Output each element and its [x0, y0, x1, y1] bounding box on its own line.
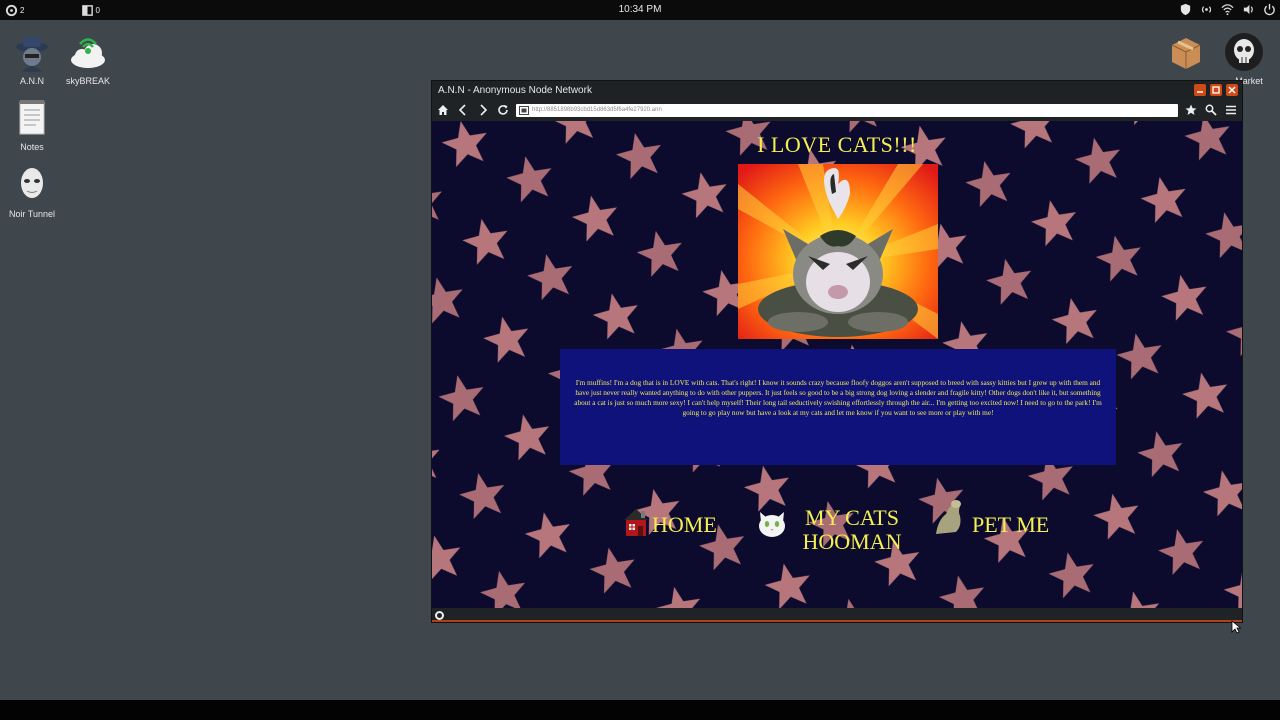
maximize-button[interactable]	[1210, 84, 1222, 96]
desktop-icon-label: skyBREAK	[65, 76, 110, 86]
skybreak-cloud-icon	[68, 32, 108, 72]
desktop-icon-package[interactable]	[1156, 32, 1216, 76]
house-icon	[624, 509, 648, 536]
desktop-icon-skybreak[interactable]: skyBREAK	[58, 32, 118, 86]
hacker-hat-icon	[12, 32, 52, 72]
close-icon	[1228, 86, 1236, 94]
url-bar[interactable]: http://8851898b93cbd15d863d5f6a4fe27920.…	[516, 103, 1178, 117]
page-info-icon	[519, 105, 529, 115]
nav-home-label: HOME	[652, 512, 717, 537]
hamburger-menu-icon	[1226, 105, 1236, 115]
system-top-bar: 2 0 10:34 PM	[0, 0, 1280, 20]
maximize-icon	[1212, 86, 1220, 94]
nav-my-cats-link[interactable]: MY CATS HOOMAN	[755, 506, 915, 554]
desktop-icon-ann[interactable]: A.N.N	[2, 32, 62, 86]
notes-icon	[12, 98, 52, 138]
wifi-icon[interactable]	[1220, 2, 1234, 16]
desktop-icon-label: A.N.N	[19, 76, 44, 86]
page-heading: I LOVE CATS!!!	[757, 132, 917, 157]
browser-status-bar	[432, 608, 1242, 622]
system-bottom-bar	[0, 700, 1280, 720]
close-button[interactable]	[1226, 84, 1238, 96]
chevron-left-icon	[458, 104, 466, 116]
loading-indicator-icon	[435, 611, 444, 620]
bookmark-button[interactable]	[1184, 103, 1198, 117]
clock[interactable]: 10:34 PM	[0, 4, 1280, 15]
web-page: I LOVE CATS!!! I'm muffins! I'm a dog th…	[432, 121, 1242, 608]
minimize-icon	[1197, 91, 1203, 93]
mask-icon	[12, 165, 52, 205]
home-button[interactable]	[436, 103, 450, 117]
browser-window: A.N.N - Anonymous Node Network http://88…	[431, 80, 1243, 623]
forward-button[interactable]	[476, 103, 490, 117]
intro-text-box: I'm muffins! I'm a dog that is in LOVE w…	[560, 349, 1116, 465]
shield-icon[interactable]	[1178, 2, 1192, 16]
window-titlebar[interactable]: A.N.N - Anonymous Node Network	[432, 81, 1242, 100]
menu-button[interactable]	[1224, 103, 1238, 117]
skull-icon	[1224, 32, 1264, 72]
reload-button[interactable]	[496, 103, 510, 117]
chevron-right-icon	[480, 104, 488, 116]
desktop-icon-market[interactable]: Market	[1214, 32, 1274, 86]
package-icon	[1166, 32, 1206, 72]
signal-icon[interactable]	[1199, 2, 1213, 16]
search-icon	[1205, 104, 1217, 116]
volume-icon[interactable]	[1241, 2, 1255, 16]
desktop-icon-label: Noir Tunnel	[8, 209, 56, 219]
mouse-cursor-icon	[1231, 620, 1241, 634]
nav-pet-me-label: PET ME	[972, 512, 1050, 537]
desktop-icon-label: Notes	[20, 142, 44, 152]
power-icon[interactable]	[1262, 2, 1276, 16]
url-text: http://8851898b93cbd15d863d5f6a4fe27920.…	[532, 107, 662, 113]
intro-paragraph: I'm muffins! I'm a dog that is in LOVE w…	[574, 378, 1102, 417]
white-cat-icon	[759, 512, 785, 537]
window-title: A.N.N - Anonymous Node Network	[438, 85, 592, 96]
browser-toolbar: http://8851898b93cbd15d863d5f6a4fe27920.…	[432, 100, 1242, 120]
home-icon	[438, 105, 448, 115]
back-button[interactable]	[456, 103, 470, 117]
nav-pet-me-link[interactable]: PET ME	[932, 496, 1072, 537]
star-icon	[1185, 104, 1197, 115]
nav-home-link[interactable]: HOME	[620, 506, 740, 538]
desktop-icon-noir-tunnel[interactable]: Noir Tunnel	[2, 165, 62, 219]
desktop-icon-notes[interactable]: Notes	[2, 98, 62, 152]
dog-paw-icon	[936, 500, 961, 534]
reload-icon	[498, 105, 508, 115]
cat-dog-image	[738, 164, 938, 339]
minimize-button[interactable]	[1194, 84, 1206, 96]
search-button[interactable]	[1204, 103, 1218, 117]
